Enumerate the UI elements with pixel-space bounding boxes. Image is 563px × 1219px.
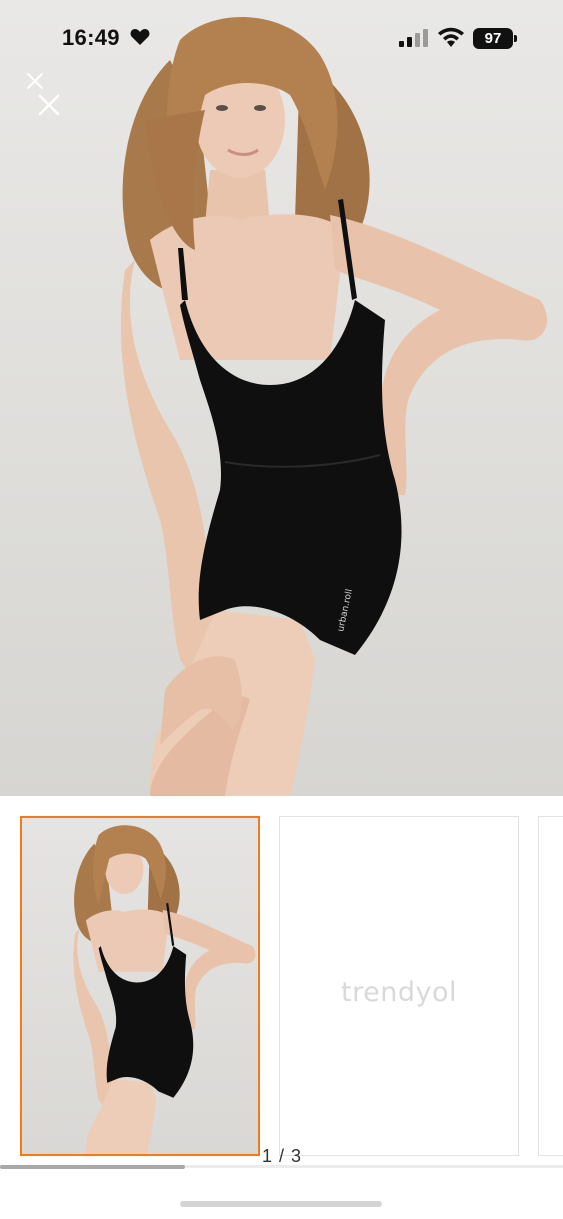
close-icon xyxy=(27,73,60,116)
battery-level: 97 xyxy=(484,30,502,47)
signal-icon xyxy=(399,29,428,47)
page-indicator: 1 / 3 xyxy=(262,1146,303,1166)
thumbnail-model-photo xyxy=(73,825,256,1154)
wifi-icon xyxy=(438,27,464,47)
thumbnail-3[interactable] xyxy=(538,816,563,1156)
model-photo: urban.roll xyxy=(120,17,548,796)
heart-icon xyxy=(130,29,150,45)
thumbnail-1[interactable] xyxy=(20,816,260,1156)
close-button[interactable] xyxy=(24,70,64,122)
status-time: 16:49 xyxy=(62,25,120,50)
product-main-image[interactable]: urban.roll xyxy=(0,0,563,796)
battery-tip xyxy=(514,35,517,42)
thumbnail-2[interactable]: trendyol xyxy=(279,816,519,1156)
battery-icon: 97 xyxy=(473,28,513,49)
scroll-thumb[interactable] xyxy=(0,1165,185,1169)
status-bar: 16:49 97 xyxy=(0,0,563,78)
thumbnail-strip[interactable]: trendyol xyxy=(0,800,563,1170)
brand-placeholder-text: trendyol xyxy=(341,977,457,1008)
home-indicator[interactable] xyxy=(180,1201,382,1207)
